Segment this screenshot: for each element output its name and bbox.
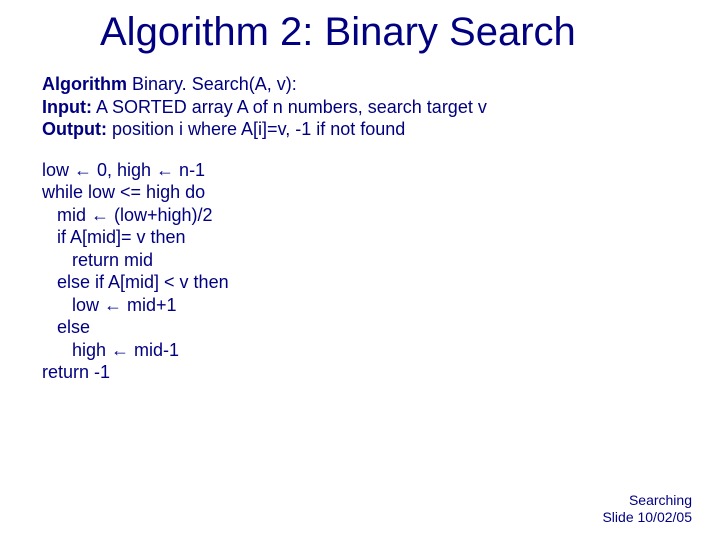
slide: Algorithm 2: Binary Search Algorithm Bin…	[0, 0, 720, 540]
spec-algorithm-text: Binary. Search(A, v):	[127, 74, 297, 94]
spec-input-text: A SORTED array A of n numbers, search ta…	[92, 97, 487, 117]
footer-topic: Searching	[602, 492, 692, 509]
footer-slide-info: Slide 10/02/05	[602, 509, 692, 526]
pseudocode-block: low ← 0, high ← n-1 while low <= high do…	[42, 159, 678, 384]
slide-footer: Searching Slide 10/02/05	[602, 492, 692, 526]
spec-input-label: Input:	[42, 97, 92, 117]
slide-body: Algorithm Binary. Search(A, v): Input: A…	[0, 55, 720, 384]
spec-algorithm-line: Algorithm Binary. Search(A, v):	[42, 73, 678, 96]
spec-output-text: position i where A[i]=v, -1 if not found	[107, 119, 405, 139]
spec-output-line: Output: position i where A[i]=v, -1 if n…	[42, 118, 678, 141]
spec-input-line: Input: A SORTED array A of n numbers, se…	[42, 96, 678, 119]
spec-algorithm-label: Algorithm	[42, 74, 127, 94]
spec-output-label: Output:	[42, 119, 107, 139]
algorithm-spec: Algorithm Binary. Search(A, v): Input: A…	[42, 73, 678, 141]
slide-title: Algorithm 2: Binary Search	[0, 0, 720, 55]
